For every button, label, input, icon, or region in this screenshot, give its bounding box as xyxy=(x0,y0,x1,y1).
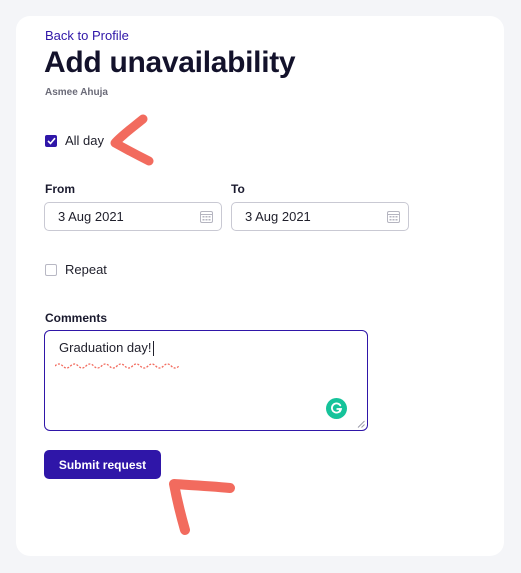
to-date-input[interactable]: 3 Aug 2021 xyxy=(231,202,409,231)
grammarly-icon[interactable] xyxy=(326,398,347,419)
all-day-option[interactable]: All day xyxy=(45,133,104,148)
comments-textarea[interactable]: Graduation day! xyxy=(44,330,368,431)
spelling-underline xyxy=(55,363,179,369)
from-date-input[interactable]: 3 Aug 2021 xyxy=(44,202,222,231)
from-label: From xyxy=(45,182,75,196)
calendar-icon[interactable] xyxy=(387,210,400,223)
repeat-checkbox[interactable] xyxy=(45,263,57,276)
comments-text-line: Graduation day! xyxy=(59,340,154,357)
to-date-value: 3 Aug 2021 xyxy=(245,209,311,224)
comments-label: Comments xyxy=(45,311,108,325)
calendar-icon[interactable] xyxy=(200,210,213,223)
back-to-profile-link[interactable]: Back to Profile xyxy=(45,28,129,43)
employee-name: Asmee Ahuja xyxy=(45,87,108,98)
repeat-option[interactable]: Repeat xyxy=(45,262,107,277)
to-label: To xyxy=(231,182,245,196)
submit-request-button[interactable]: Submit request xyxy=(44,450,161,479)
all-day-checkbox[interactable] xyxy=(45,134,57,147)
comments-value: Graduation day! xyxy=(59,340,152,355)
resize-handle-icon[interactable] xyxy=(357,420,365,428)
page-title: Add unavailability xyxy=(44,46,296,79)
grammarly-g-icon xyxy=(331,402,343,414)
checkmark-icon xyxy=(46,137,56,145)
repeat-label: Repeat xyxy=(65,262,107,277)
from-date-value: 3 Aug 2021 xyxy=(58,209,124,224)
all-day-label: All day xyxy=(65,133,105,148)
text-caret xyxy=(152,341,154,357)
